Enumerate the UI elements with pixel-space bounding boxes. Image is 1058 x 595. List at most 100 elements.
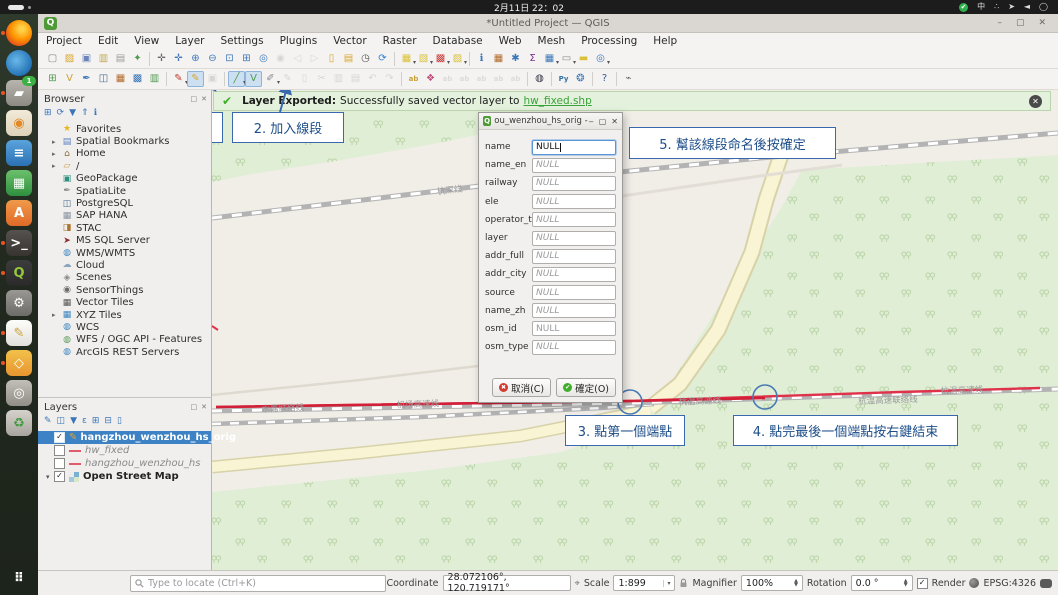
manage-map-themes-icon[interactable]: ◫ bbox=[57, 417, 66, 426]
menu-raster[interactable]: Raster bbox=[375, 34, 425, 48]
dock-software-center-icon[interactable]: A bbox=[6, 200, 32, 226]
dock-qgis-icon[interactable]: Q bbox=[6, 260, 32, 286]
browser-item-favorites[interactable]: ★Favorites bbox=[38, 123, 211, 135]
layer-diagram-icon[interactable]: ❖ bbox=[422, 71, 439, 87]
maximize-icon[interactable]: ▢ bbox=[1016, 18, 1025, 28]
layer-row-open-street-map[interactable]: ▾✓Open Street Map bbox=[38, 470, 211, 483]
layers-close-icon[interactable]: ✕ bbox=[201, 403, 207, 411]
refresh-map-icon[interactable]: ⟳ bbox=[374, 51, 391, 67]
dock-app-grid-icon[interactable]: ⠿ bbox=[6, 565, 32, 591]
menu-project[interactable]: Project bbox=[38, 34, 90, 48]
browser-item-xyz-tiles[interactable]: ▸▦XYZ Tiles bbox=[38, 309, 211, 321]
select-by-form-icon[interactable]: ▨▾ bbox=[449, 51, 466, 67]
volume-icon[interactable]: ◄ bbox=[1024, 3, 1030, 11]
field-input-osm_type[interactable]: NULL bbox=[532, 340, 616, 355]
data-source-manager-icon[interactable]: ⊞ bbox=[44, 71, 61, 87]
menu-edit[interactable]: Edit bbox=[90, 34, 126, 48]
scale-combo[interactable]: 1:899▾ bbox=[613, 575, 675, 591]
add-line-feature-icon[interactable]: V bbox=[245, 71, 262, 87]
dock-terminal-icon[interactable]: >_ bbox=[6, 230, 32, 256]
message-close-icon[interactable]: ✕ bbox=[1029, 95, 1042, 108]
measure-icon[interactable]: ▭▾ bbox=[558, 51, 575, 67]
power-icon[interactable]: ◯ bbox=[1039, 3, 1048, 11]
browser-item-wcs[interactable]: ◍WCS bbox=[38, 321, 211, 333]
layer-row-hw-fixed[interactable]: hw_fixed bbox=[38, 444, 211, 457]
filter-legend-icon[interactable]: ▼ bbox=[70, 417, 77, 426]
filter-browser-icon[interactable]: ▼ bbox=[69, 109, 76, 118]
rotation-spinner[interactable]: 0.0 °▲▼ bbox=[851, 575, 913, 591]
field-input-source[interactable]: NULL bbox=[532, 285, 616, 300]
expander-icon[interactable]: ▸ bbox=[52, 150, 61, 158]
browser-item-cloud[interactable]: ☁Cloud bbox=[38, 259, 211, 271]
layer-visibility-checkbox[interactable] bbox=[54, 445, 65, 456]
digitize-with-segment-icon[interactable]: ╱▾ bbox=[228, 71, 245, 87]
menu-plugins[interactable]: Plugins bbox=[272, 34, 326, 48]
field-calculator-icon[interactable]: ▦ bbox=[490, 51, 507, 67]
zoom-out-icon[interactable]: ⊖ bbox=[204, 51, 221, 67]
menu-help[interactable]: Help bbox=[645, 34, 685, 48]
browser-item-home[interactable]: ▸⌂Home bbox=[38, 148, 211, 160]
field-input-name_en[interactable]: NULL bbox=[532, 158, 616, 173]
expander-icon[interactable]: ▸ bbox=[52, 311, 61, 319]
expand-all-icon[interactable]: ⊞ bbox=[92, 417, 100, 426]
field-input-ele[interactable]: NULL bbox=[532, 194, 616, 209]
browser-close-icon[interactable]: ✕ bbox=[201, 95, 207, 103]
vertex-tool-icon[interactable]: ✐▾ bbox=[262, 71, 279, 87]
dock-trash-icon[interactable]: ♻ bbox=[6, 410, 32, 436]
browser-item-ms-sql-server[interactable]: ➤MS SQL Server bbox=[38, 235, 211, 247]
open-project-icon[interactable]: ▨ bbox=[61, 51, 78, 67]
pan-to-selection-icon[interactable]: ✛ bbox=[170, 51, 187, 67]
layer-row-hangzhou-wenzhou-hs-orig[interactable]: ✓✎hangzhou_wenzhou_hs_orig bbox=[38, 431, 211, 444]
ime-chinese-icon[interactable]: 中 bbox=[977, 3, 985, 11]
check-geometries-icon[interactable]: ⌁ bbox=[620, 71, 637, 87]
deselect-features-icon[interactable]: ▩▾ bbox=[432, 51, 449, 67]
browser-item-wfs-ogc-api-features[interactable]: ◍WFS / OGC API - Features bbox=[38, 334, 211, 346]
add-mesh-layer-icon[interactable]: ▩ bbox=[129, 71, 146, 87]
system-clock[interactable]: 2月11日 22：02 bbox=[0, 1, 1058, 14]
send-network-icon[interactable]: ➤ bbox=[1008, 3, 1015, 11]
field-input-layer[interactable]: NULL bbox=[532, 231, 616, 246]
field-input-name_zh[interactable]: NULL bbox=[532, 303, 616, 318]
dock-libreoffice-writer-icon[interactable]: ≡ bbox=[6, 140, 32, 166]
messages-log-icon[interactable] bbox=[1040, 579, 1052, 588]
close-icon[interactable]: ✕ bbox=[1038, 18, 1046, 28]
layer-visibility-checkbox[interactable]: ✓ bbox=[54, 471, 65, 482]
field-input-operator_t[interactable]: NULL bbox=[532, 212, 616, 227]
ok-button[interactable]: ✔確定(O) bbox=[556, 378, 616, 397]
menu-vector[interactable]: Vector bbox=[325, 34, 374, 48]
zoom-native-icon[interactable]: ⊡ bbox=[221, 51, 238, 67]
dock-files-icon[interactable]: ▰1 bbox=[6, 80, 32, 106]
dialog-title-bar[interactable]: Q ou_wenzhou_hs_orig - Feat ‒▢✕ bbox=[479, 113, 622, 130]
magnifier-spinner[interactable]: 100%▲▼ bbox=[741, 575, 803, 591]
expander-icon[interactable]: ▾ bbox=[46, 473, 54, 481]
expander-icon[interactable]: ▸ bbox=[52, 138, 61, 146]
save-project-icon[interactable]: ▣ bbox=[78, 51, 95, 67]
add-virtual-layer-icon[interactable]: ▥ bbox=[146, 71, 163, 87]
menu-processing[interactable]: Processing bbox=[573, 34, 645, 48]
locate-input[interactable]: Type to locate (Ctrl+K) bbox=[130, 575, 386, 592]
toggle-editing-icon[interactable]: ✎ bbox=[187, 71, 204, 87]
menu-mesh[interactable]: Mesh bbox=[530, 34, 574, 48]
layer-row-hangzhou-wenzhou-hs[interactable]: hangzhou_wenzhou_hs bbox=[38, 457, 211, 470]
plugins-icon[interactable]: ❂ bbox=[572, 71, 589, 87]
menu-database[interactable]: Database bbox=[425, 34, 491, 48]
status-check-icon[interactable]: ✔ bbox=[959, 3, 968, 12]
browser-item-vector-tiles[interactable]: ▦Vector Tiles bbox=[38, 296, 211, 308]
lock-scale-icon[interactable] bbox=[679, 578, 688, 588]
dialog-close-icon[interactable]: ✕ bbox=[611, 117, 618, 126]
map-tips-icon[interactable]: ▬ bbox=[575, 51, 592, 67]
dock-text-editor-icon[interactable]: ✎ bbox=[6, 320, 32, 346]
layer-visibility-checkbox[interactable] bbox=[54, 458, 65, 469]
python-console-icon[interactable]: Py bbox=[555, 71, 572, 87]
properties-widget-icon[interactable]: ℹ bbox=[94, 109, 97, 118]
add-spatialite-layer-icon[interactable]: ✒ bbox=[78, 71, 95, 87]
open-layer-styling-icon[interactable]: ✎ bbox=[44, 417, 52, 426]
cancel-button[interactable]: ✖取消(C) bbox=[492, 378, 551, 397]
dialog-maximize-icon[interactable]: ▢ bbox=[599, 117, 607, 126]
zoom-full-icon[interactable]: ⊞ bbox=[238, 51, 255, 67]
show-spatial-bookmarks-icon[interactable]: ▤ bbox=[340, 51, 357, 67]
new-print-layout-icon[interactable]: ▤ bbox=[112, 51, 129, 67]
dock-settings-icon[interactable]: ⚙ bbox=[6, 290, 32, 316]
select-features-icon[interactable]: ▦▾ bbox=[398, 51, 415, 67]
map-canvas[interactable]: 杭深线水嘉联络线机场高速线杭温高速线杭温高速联络线杭温高速线 bbox=[212, 90, 1058, 570]
